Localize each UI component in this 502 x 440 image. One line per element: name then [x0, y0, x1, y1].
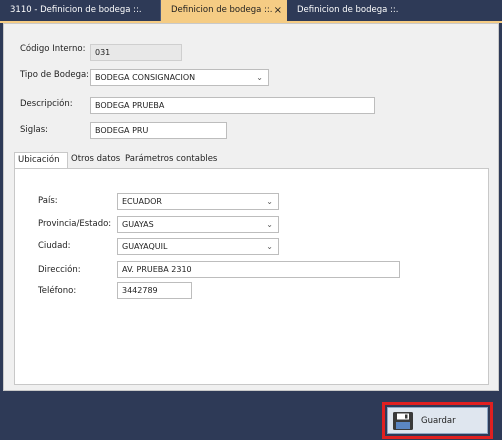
provincia-label: Provincia/Estado: [38, 219, 112, 229]
chevron-down-icon: ⌄ [266, 220, 273, 229]
tab-bodega-3110[interactable]: 3110 - Definicion de bodega ::. [0, 0, 161, 21]
tipo-bodega-label: Tipo de Bodega: [20, 70, 90, 80]
provincia-value: GUAYAS [122, 220, 154, 229]
save-button-label: Guardar [421, 416, 456, 426]
tipo-bodega-value: BODEGA CONSIGNACION [95, 73, 196, 82]
direccion-label: Dirección: [38, 265, 81, 275]
tab-definicion-bodega-active[interactable]: Definicion de bodega ::. × [161, 0, 287, 21]
ciudad-value: GUAYAQUIL [122, 242, 168, 251]
direccion-input[interactable]: AV. PRUEBA 2310 [117, 261, 400, 278]
chevron-down-icon: ⌄ [256, 73, 263, 82]
chevron-down-icon: ⌄ [266, 197, 273, 206]
siglas-label: Siglas: [20, 125, 49, 135]
tipo-bodega-select[interactable]: BODEGA CONSIGNACION ⌄ [90, 69, 269, 86]
descripcion-label: Descripción: [20, 99, 73, 109]
pais-value: ECUADOR [122, 197, 162, 206]
document-tab-bar: 3110 - Definicion de bodega ::. Definici… [0, 0, 502, 21]
provincia-select[interactable]: GUAYAS ⌄ [117, 216, 279, 233]
tab-ubicacion[interactable]: Ubicación [14, 152, 68, 169]
ubicacion-panel: País: ECUADOR ⌄ Provincia/Estado: GUAYAS… [14, 168, 489, 385]
tab-label: Definicion de bodega ::. [297, 5, 399, 15]
telefono-label: Teléfono: [38, 286, 77, 296]
tab-label: 3110 - Definicion de bodega ::. [10, 5, 142, 15]
siglas-input[interactable]: BODEGA PRU [90, 122, 227, 139]
close-icon[interactable]: × [274, 0, 282, 21]
tab-otros-datos[interactable]: Otros datos [68, 152, 122, 168]
pais-select[interactable]: ECUADOR ⌄ [117, 193, 279, 210]
tab-parametros-contables[interactable]: Parámetros contables [122, 152, 222, 168]
codigo-interno-label: Código Interno: [20, 44, 86, 54]
telefono-input[interactable]: 3442789 [117, 282, 192, 299]
tab-label: Definicion de bodega ::. [171, 5, 273, 15]
save-button[interactable]: Guardar [387, 407, 488, 434]
tab-definicion-bodega[interactable]: Definicion de bodega ::. [287, 0, 502, 21]
ciudad-select[interactable]: GUAYAQUIL ⌄ [117, 238, 279, 255]
codigo-interno-field: 031 [90, 44, 182, 61]
floppy-disk-icon [393, 412, 413, 430]
chevron-down-icon: ⌄ [266, 242, 273, 251]
pais-label: País: [38, 196, 58, 206]
save-button-highlight: Guardar [382, 402, 493, 439]
descripcion-input[interactable]: BODEGA PRUEBA [90, 97, 375, 114]
ciudad-label: Ciudad: [38, 241, 71, 251]
